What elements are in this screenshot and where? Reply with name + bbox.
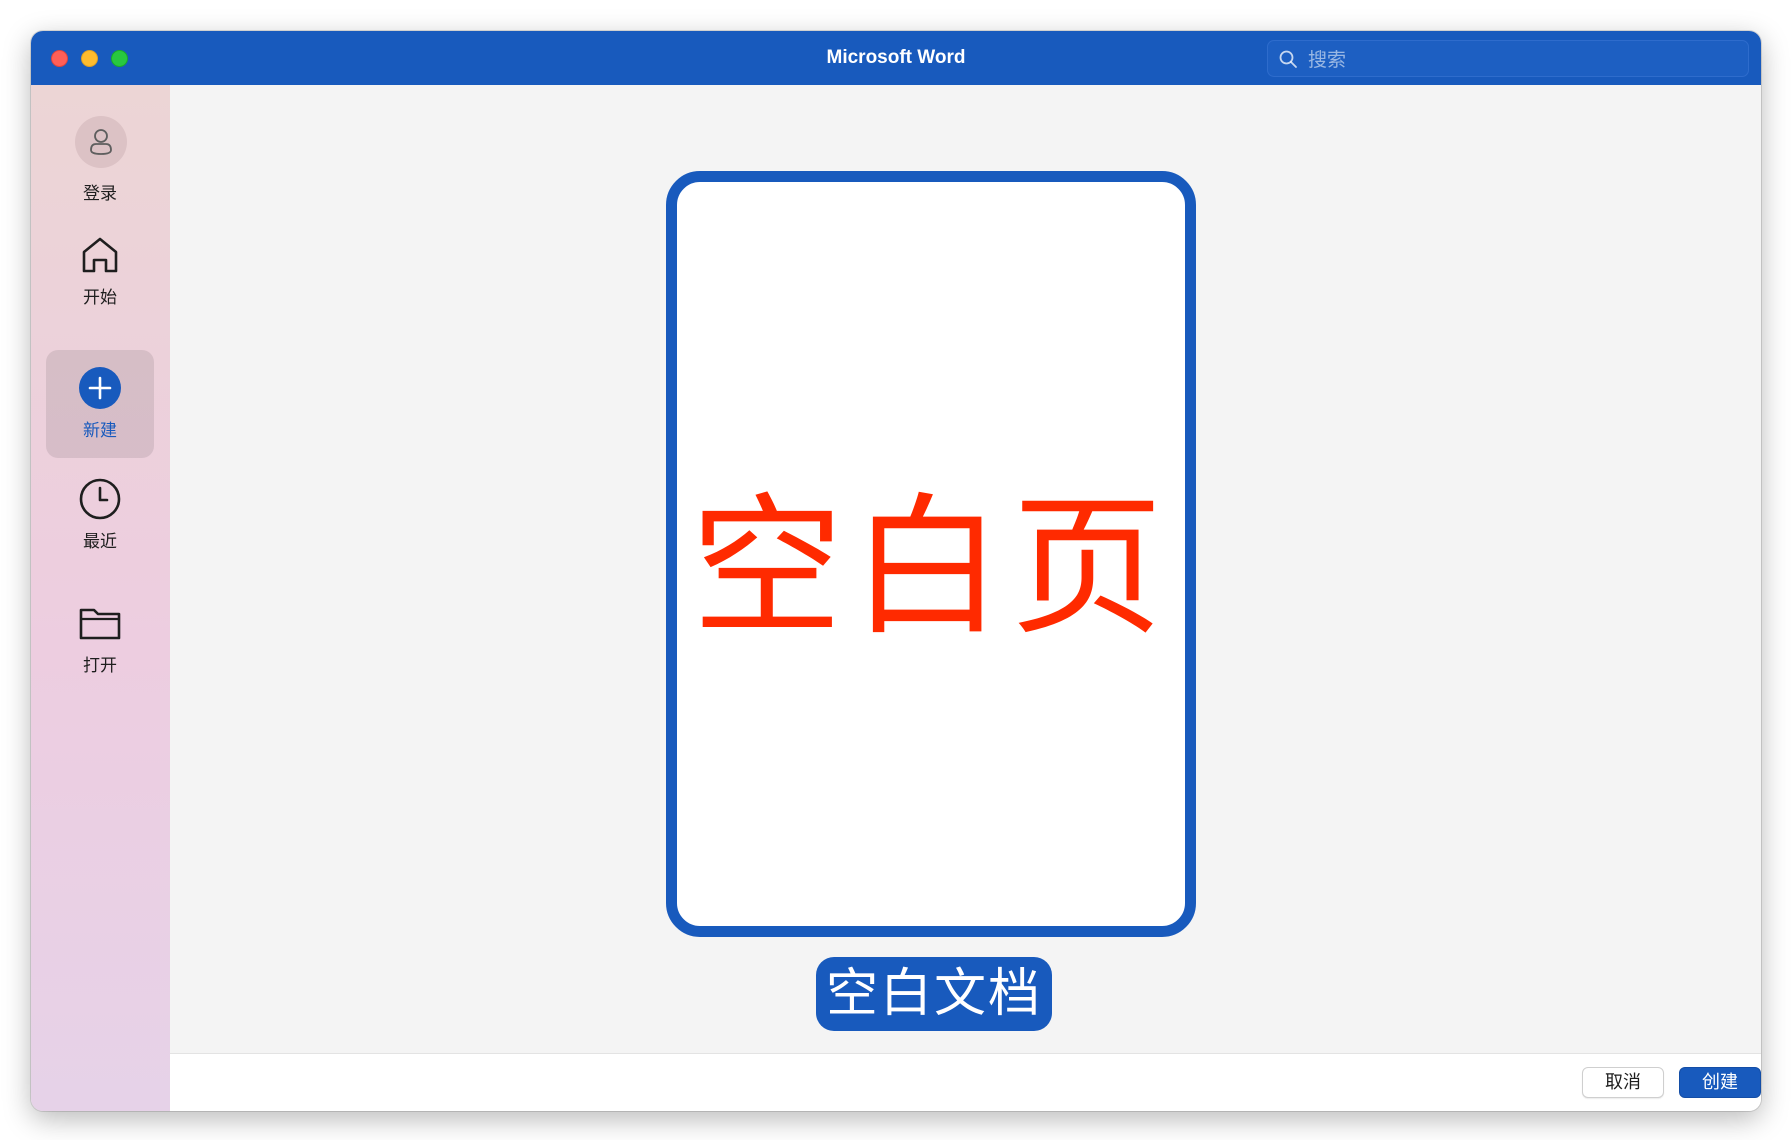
search-input[interactable]: [1306, 41, 1740, 78]
close-window-button[interactable]: [51, 50, 68, 67]
sidebar-item-label: 登录: [83, 184, 117, 204]
dialog-footer: 取消 创建: [170, 1053, 1761, 1111]
template-preview-text: 空白页: [691, 479, 1171, 656]
sidebar-item-recent[interactable]: 最近: [46, 475, 154, 583]
search-icon: [1279, 50, 1297, 68]
minimize-window-button[interactable]: [81, 50, 98, 67]
clock-icon: [79, 478, 121, 520]
sidebar-item-new[interactable]: 新建: [46, 350, 154, 458]
sidebar: 登录 开始 新建 最近 打开: [31, 85, 170, 1111]
sidebar-item-open[interactable]: 打开: [46, 599, 154, 707]
create-button[interactable]: 创建: [1679, 1067, 1761, 1098]
plus-circle-icon: [79, 367, 121, 409]
sidebar-item-label: 新建: [83, 421, 117, 441]
zoom-window-button[interactable]: [111, 50, 128, 67]
search-box[interactable]: [1267, 40, 1749, 78]
template-gallery: 空白页 空白文档: [170, 85, 1761, 1053]
home-icon: [82, 237, 118, 273]
sidebar-item-label: 最近: [83, 532, 117, 552]
avatar-icon: [75, 116, 127, 168]
template-label[interactable]: 空白文档: [816, 957, 1052, 1031]
sidebar-item-label: 打开: [83, 656, 117, 676]
title-bar: Microsoft Word: [31, 31, 1761, 85]
blank-document-template[interactable]: 空白页: [666, 171, 1196, 937]
cancel-button[interactable]: 取消: [1582, 1067, 1664, 1098]
sidebar-item-home[interactable]: 开始: [46, 229, 154, 337]
sidebar-item-label: 开始: [83, 288, 117, 308]
sidebar-item-sign-in[interactable]: 登录: [46, 115, 154, 223]
word-window: Microsoft Word 登录 开始: [31, 31, 1761, 1111]
folder-icon: [79, 608, 121, 640]
